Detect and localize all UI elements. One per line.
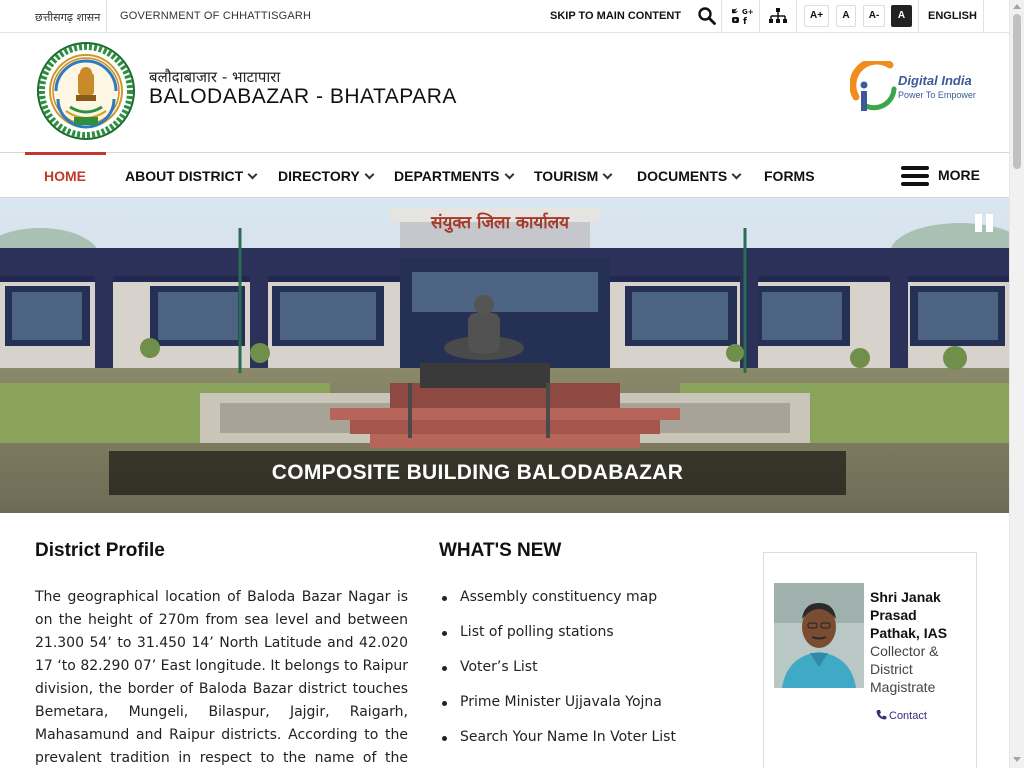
divider [721, 0, 722, 32]
language-selector[interactable]: ENGLISH [928, 10, 977, 22]
sitemap-icon[interactable] [768, 7, 788, 25]
nav-item-label: HOME [44, 168, 86, 184]
bullet-icon [442, 631, 447, 636]
search-icon[interactable] [697, 6, 717, 26]
chevron-down-icon [247, 169, 258, 180]
main-navigation: HOME ABOUT DISTRICT DIRECTORY DEPARTMENT… [0, 152, 1009, 198]
high-contrast-button[interactable]: A [891, 5, 912, 27]
chevron-down-icon [504, 169, 514, 180]
font-increase-button[interactable]: A+ [804, 5, 829, 27]
whats-new-list: Assembly constituency map List of pollin… [440, 589, 676, 764]
divider [796, 0, 797, 32]
list-item[interactable]: Search Your Name In Voter List [440, 729, 676, 764]
building-banner-text: संयुक्त जिला कार्यालय [430, 212, 570, 233]
digital-india-tagline: Power To Empower [898, 90, 976, 100]
divider [983, 0, 984, 32]
bullet-icon [442, 666, 447, 671]
nav-item-label: DIRECTORY [278, 168, 360, 184]
contact-link[interactable]: Contact [876, 708, 927, 722]
nav-item-label: DOCUMENTS [637, 168, 728, 184]
nav-item-label: ABOUT DISTRICT [125, 168, 244, 184]
svg-text:G+: G+ [742, 8, 753, 16]
pause-icon[interactable] [973, 212, 995, 234]
news-link[interactable]: Assembly constituency map [460, 589, 657, 605]
social-media-icon[interactable]: G+ f [731, 6, 754, 27]
nav-item-directory[interactable]: DIRECTORY [278, 168, 375, 184]
divider [759, 0, 760, 32]
list-item[interactable]: Assembly constituency map [440, 589, 676, 624]
nav-item-about-district[interactable]: ABOUT DISTRICT [125, 168, 258, 184]
scrollbar-thumb[interactable] [1013, 14, 1021, 169]
nav-item-departments[interactable]: DEPARTMENTS [394, 168, 514, 184]
nav-item-label: FORMS [764, 168, 815, 184]
news-link[interactable]: Prime Minister Ujjavala Yojna [460, 694, 662, 710]
font-decrease-button[interactable]: A- [863, 5, 885, 27]
chhattisgarh-emblem-logo[interactable] [36, 41, 136, 141]
slide-caption: COMPOSITE BUILDING BALODABAZAR [109, 451, 846, 495]
site-title-hindi[interactable]: बलौदाबाजार - भाटापारा [149, 67, 280, 87]
contact-label: Contact [889, 710, 927, 722]
digital-india-title: Digital India [898, 73, 972, 88]
collector-name: Shri Janak Prasad Pathak, IAS [870, 589, 948, 641]
nav-item-label: TOURISM [534, 168, 599, 184]
bullet-icon [442, 736, 447, 741]
government-label[interactable]: GOVERNMENT OF CHHATTISGARH [120, 10, 311, 22]
divider [106, 0, 107, 32]
top-utility-bar: छत्तीसगढ़ शासन GOVERNMENT OF CHHATTISGAR… [0, 0, 1009, 33]
skip-to-main-content-link[interactable]: SKIP TO MAIN CONTENT [550, 10, 681, 22]
nav-item-tourism[interactable]: TOURISM [534, 168, 613, 184]
site-header: बलौदाबाजार - भाटापारा BALODABAZAR - BHAT… [0, 33, 1009, 153]
state-label[interactable]: छत्तीसगढ़ शासन [35, 10, 100, 25]
news-link[interactable]: List of polling stations [460, 624, 614, 640]
district-profile-text: The geographical location of Baloda Baza… [35, 589, 408, 766]
site-title-english[interactable]: BALODABAZAR - BHATAPARA [149, 85, 457, 109]
page-scrollbar[interactable] [1009, 0, 1024, 768]
chevron-down-icon [602, 169, 613, 180]
scroll-down-arrow-icon[interactable] [1013, 757, 1021, 762]
bullet-icon [442, 701, 447, 706]
chevron-down-icon [731, 169, 742, 180]
digital-india-logo[interactable]: Digital India Power To Empower [850, 61, 982, 117]
hero-slider[interactable]: संयुक्त जिला कार्यालय COMPOSITE BUILDING… [0, 198, 1009, 513]
nav-item-home[interactable]: HOME [44, 168, 86, 184]
scroll-up-arrow-icon[interactable] [1013, 4, 1021, 9]
district-profile-heading: District Profile [35, 540, 165, 561]
active-indicator [25, 152, 106, 155]
chevron-down-icon [364, 169, 375, 180]
nav-item-label: DEPARTMENTS [394, 168, 500, 184]
font-normal-button[interactable]: A [836, 5, 856, 27]
divider [918, 0, 919, 32]
collector-card: Shri Janak Prasad Pathak, IAS Collector … [763, 552, 977, 768]
bullet-icon [442, 596, 447, 601]
list-item[interactable]: Prime Minister Ujjavala Yojna [440, 694, 676, 729]
collector-designation: Collector & District Magistrate [870, 643, 939, 695]
list-item[interactable]: List of polling stations [440, 624, 676, 659]
list-item[interactable]: Voter’s List [440, 659, 676, 694]
hamburger-menu-icon[interactable] [901, 165, 929, 187]
nav-item-forms[interactable]: FORMS [764, 168, 815, 184]
svg-text:f: f [743, 17, 747, 26]
whats-new-heading: WHAT'S NEW [439, 540, 562, 561]
news-link[interactable]: Search Your Name In Voter List [460, 729, 676, 745]
news-link[interactable]: Voter’s List [460, 659, 538, 675]
nav-item-documents[interactable]: DOCUMENTS [637, 168, 742, 184]
phone-icon [876, 710, 887, 720]
more-menu-button[interactable]: MORE [938, 167, 980, 183]
collector-photo [774, 583, 864, 688]
